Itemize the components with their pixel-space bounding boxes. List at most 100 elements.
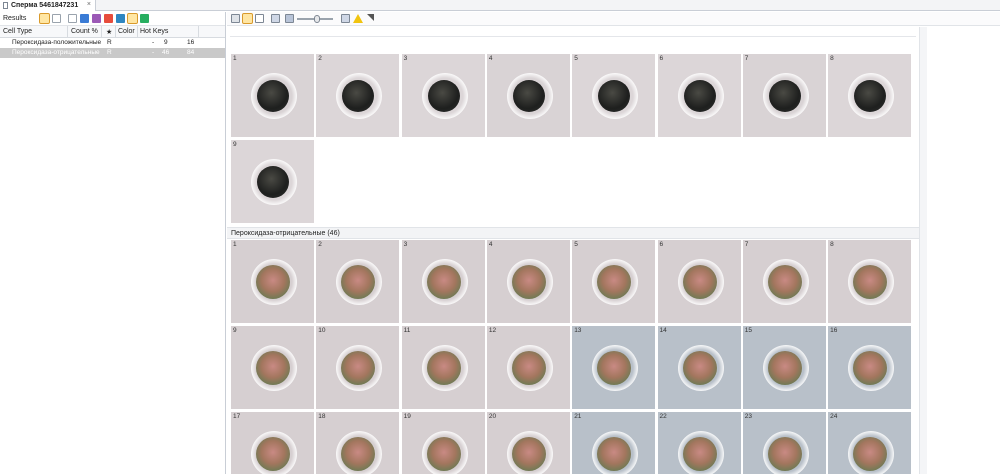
grid-icon[interactable] [231, 14, 240, 23]
excel-icon[interactable] [140, 14, 149, 23]
cell-image-tile[interactable]: 16 [828, 326, 912, 409]
cell-image-tile[interactable]: 1 [231, 240, 314, 323]
cell-body [598, 80, 631, 112]
page-icon[interactable] [68, 14, 77, 23]
cell-body [854, 80, 887, 112]
cell-number: 16 [830, 327, 838, 334]
cell-image-tile[interactable]: 9 [231, 326, 314, 409]
cell-body [426, 351, 461, 385]
cell-number: 1 [233, 55, 237, 62]
cell-image-tile[interactable]: 8 [828, 54, 912, 137]
cell-number: 2 [318, 55, 322, 62]
cell-body [683, 80, 716, 112]
cell-body [682, 265, 717, 299]
col-count-percent[interactable]: Count % [71, 28, 98, 35]
print-icon[interactable] [92, 14, 101, 23]
cell-image-tile[interactable]: 2 [316, 54, 400, 137]
cell-image-tile[interactable]: 23 [742, 412, 826, 474]
cell-image-tile[interactable]: 20 [486, 412, 570, 474]
table-row-selected[interactable]: Пероксидаза-отрицательные R - 46 84 [0, 48, 225, 58]
row-percent: 16 [187, 39, 195, 46]
cell-image-tile[interactable]: 2 [316, 240, 400, 323]
cell-body [767, 437, 802, 471]
cell-image-tile[interactable]: 9 [231, 140, 314, 223]
warning-icon[interactable] [353, 14, 363, 23]
cell-number: 8 [830, 241, 834, 248]
cell-image-tile[interactable]: 12 [486, 326, 570, 409]
cell-image-tile[interactable]: 5 [572, 54, 656, 137]
pdf-icon[interactable] [104, 14, 113, 23]
cell-image-tile[interactable]: 14 [657, 326, 741, 409]
cell-body [512, 80, 545, 112]
image-icon[interactable] [285, 14, 294, 23]
cell-body [767, 265, 802, 299]
close-icon[interactable]: × [87, 1, 91, 8]
group-header-negative[interactable]: Пероксидаза-отрицательные (46) [227, 227, 919, 239]
cell-image-tile[interactable]: 19 [401, 412, 485, 474]
cell-image-tile[interactable]: 22 [657, 412, 741, 474]
tab-sperm-sample[interactable]: Сперма 5461847231 × [0, 0, 96, 11]
cell-number: 14 [659, 327, 667, 334]
cell-number: 2 [318, 241, 322, 248]
cell-body [853, 351, 888, 385]
cell-number: 7 [744, 55, 749, 62]
cell-image-tile[interactable]: 6 [657, 240, 741, 323]
cell-image-tile[interactable]: 15 [742, 326, 826, 409]
col-cell-type[interactable]: Cell Type [3, 28, 32, 35]
cell-body [597, 437, 632, 471]
cell-image-tile[interactable]: 24 [828, 412, 912, 474]
cell-image-tile[interactable]: 3 [401, 240, 485, 323]
cell-body [511, 351, 546, 385]
fit-icon[interactable] [341, 14, 350, 23]
copy-icon[interactable] [271, 14, 280, 23]
cell-image-tile[interactable]: 4 [486, 240, 570, 323]
cell-image-tile[interactable]: 1 [231, 54, 314, 137]
results-toolbar: Results [0, 12, 225, 26]
cell-body [256, 437, 290, 471]
list-icon[interactable] [255, 14, 264, 23]
cell-body [597, 351, 632, 385]
row-count: 9 [164, 39, 168, 46]
cell-body [767, 351, 802, 385]
cell-image-tile[interactable]: 7 [742, 54, 826, 137]
cell-image-tile[interactable]: 8 [828, 240, 912, 323]
report-icon[interactable] [127, 13, 138, 24]
cell-image-tile[interactable]: 3 [401, 54, 485, 137]
col-color[interactable]: Color [118, 28, 135, 35]
grid-large-icon[interactable] [242, 13, 253, 24]
cell-image-tile[interactable]: 4 [486, 54, 570, 137]
cell-number: 7 [744, 241, 749, 248]
export-icon[interactable] [80, 14, 89, 23]
row-cell-type: Пероксидаза-положительные [12, 39, 102, 46]
cell-image-tile[interactable]: 13 [572, 326, 656, 409]
row-dash: - [152, 49, 155, 56]
vertical-scrollbar[interactable] [919, 27, 927, 474]
cell-body [427, 80, 460, 112]
table-row[interactable]: Пероксидаза-положительные R - 9 16 [0, 38, 225, 48]
cell-body [257, 80, 289, 112]
view-chart-icon[interactable] [52, 14, 61, 23]
cell-number: 9 [233, 141, 237, 148]
cell-number: 8 [830, 55, 834, 62]
cell-image-tile[interactable]: 10 [316, 326, 400, 409]
col-hot-keys[interactable]: Hot Keys [140, 28, 168, 35]
col-star[interactable]: ★ [106, 28, 112, 36]
cell-number: 6 [659, 241, 664, 248]
cell-image-tile[interactable]: 18 [316, 412, 400, 474]
cell-image-tile[interactable]: 11 [401, 326, 485, 409]
cell-image-tile[interactable]: 21 [572, 412, 656, 474]
cell-image-tile[interactable]: 5 [572, 240, 656, 323]
word-icon[interactable] [116, 14, 125, 23]
row-letter: R [107, 49, 112, 56]
cell-number: 18 [318, 413, 326, 420]
view-table-icon[interactable] [39, 13, 50, 24]
cell-body [257, 166, 289, 198]
cell-body [853, 437, 888, 471]
corner-icon[interactable] [367, 14, 374, 21]
cell-image-tile[interactable]: 17 [231, 412, 314, 474]
cell-image-tile[interactable]: 7 [742, 240, 826, 323]
cell-number: 20 [488, 413, 497, 420]
cell-image-tile[interactable]: 6 [657, 54, 741, 137]
zoom-slider-thumb[interactable] [314, 15, 320, 23]
tab-bar: Сперма 5461847231 × [0, 0, 1000, 11]
